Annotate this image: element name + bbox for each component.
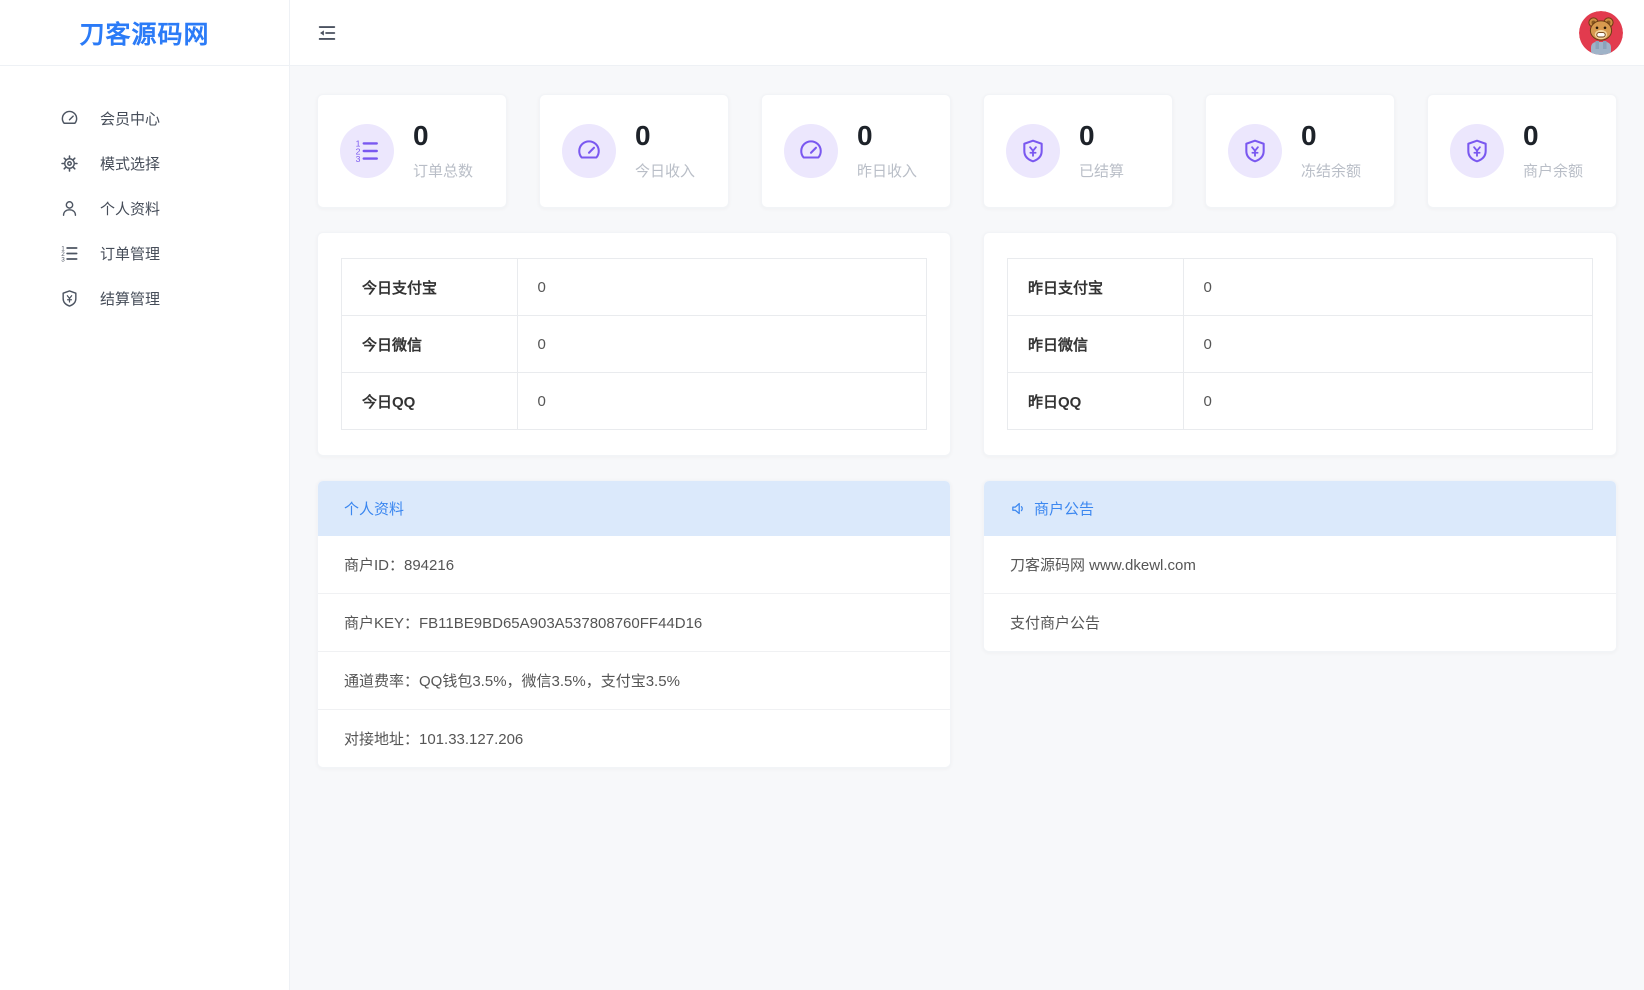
profile-panel: 个人资料 商户ID：894216 商户KEY：FB11BE9BD65A903A5…	[317, 480, 951, 768]
stat-value: 0	[413, 122, 473, 150]
svg-text:3: 3	[61, 256, 65, 263]
table-row: 今日微信 0	[342, 316, 927, 373]
app-logo: 刀客源码网	[0, 0, 289, 66]
stat-label: 订单总数	[413, 160, 473, 181]
row-label: 昨日支付宝	[1008, 259, 1184, 316]
stat-label: 冻结余额	[1301, 160, 1361, 181]
sidebar: 刀客源码网 会员中心	[0, 0, 290, 990]
stat-card-yesterday-income: 0 昨日收入	[761, 94, 951, 208]
row-label: 今日微信	[342, 316, 518, 373]
shield-yen-icon	[1450, 124, 1504, 178]
sidebar-item-label: 订单管理	[100, 243, 160, 264]
yesterday-stats-table: 昨日支付宝 0 昨日微信 0 昨日QQ 0	[1007, 258, 1593, 430]
table-row: 今日QQ 0	[342, 373, 927, 430]
dashboard-icon	[562, 124, 616, 178]
gear-icon	[60, 154, 79, 173]
stat-value: 0	[635, 122, 695, 150]
row-label: 今日QQ	[342, 373, 518, 430]
panel-title: 个人资料	[344, 498, 404, 519]
notice-row: 支付商户公告	[984, 593, 1616, 651]
sidebar-item-settlement[interactable]: 结算管理	[0, 276, 289, 321]
row-value: 0	[1183, 259, 1593, 316]
yesterday-stats-card: 昨日支付宝 0 昨日微信 0 昨日QQ 0	[983, 232, 1617, 456]
main-content: 1 2 3 0 订单总数 0 今日收入	[290, 66, 1644, 990]
svg-text:3: 3	[356, 154, 361, 164]
user-icon	[60, 199, 79, 218]
merchant-id-row: 商户ID：894216	[318, 536, 950, 593]
merchant-key-row: 商户KEY：FB11BE9BD65A903A537808760FF44D16	[318, 593, 950, 651]
stat-card-today-income: 0 今日收入	[539, 94, 729, 208]
sidebar-item-profile[interactable]: 个人资料	[0, 186, 289, 231]
stat-label: 昨日收入	[857, 160, 917, 181]
info-panels-row: 个人资料 商户ID：894216 商户KEY：FB11BE9BD65A903A5…	[317, 480, 1617, 768]
stat-cards-row: 1 2 3 0 订单总数 0 今日收入	[317, 94, 1617, 208]
notice-row: 刀客源码网 www.dkewl.com	[984, 536, 1616, 593]
speaker-icon	[1010, 500, 1027, 517]
sidebar-item-member-center[interactable]: 会员中心	[0, 96, 289, 141]
sidebar-collapse-button[interactable]	[316, 22, 338, 44]
row-value: 0	[1183, 373, 1593, 430]
topbar	[290, 0, 1644, 66]
sidebar-item-label: 个人资料	[100, 198, 160, 219]
sidebar-item-mode-select[interactable]: 模式选择	[0, 141, 289, 186]
row-value: 0	[517, 316, 927, 373]
sidebar-item-label: 结算管理	[100, 288, 160, 309]
ordered-list-icon: 1 2 3	[340, 124, 394, 178]
daily-tables-row: 今日支付宝 0 今日微信 0 今日QQ 0	[317, 232, 1617, 456]
content-column: 1 2 3 0 订单总数 0 今日收入	[290, 0, 1644, 990]
dashboard-icon	[784, 124, 838, 178]
stat-value: 0	[1523, 122, 1583, 150]
table-row: 昨日微信 0	[1008, 316, 1593, 373]
panel-title: 商户公告	[1034, 498, 1094, 519]
stat-value: 0	[1301, 122, 1361, 150]
table-row: 今日支付宝 0	[342, 259, 927, 316]
stat-value: 0	[857, 122, 917, 150]
stat-label: 商户余额	[1523, 160, 1583, 181]
row-value: 0	[517, 259, 927, 316]
notice-panel-header: 商户公告	[984, 481, 1616, 536]
stat-card-frozen-balance: 0 冻结余额	[1205, 94, 1395, 208]
notice-panel: 商户公告 刀客源码网 www.dkewl.com 支付商户公告	[983, 480, 1617, 652]
row-value: 0	[517, 373, 927, 430]
stat-label: 今日收入	[635, 160, 695, 181]
row-value: 0	[1183, 316, 1593, 373]
sidebar-item-label: 模式选择	[100, 153, 160, 174]
row-label: 昨日QQ	[1008, 373, 1184, 430]
channel-rate-row: 通道费率：QQ钱包3.5%，微信3.5%，支付宝3.5%	[318, 651, 950, 709]
today-stats-table: 今日支付宝 0 今日微信 0 今日QQ 0	[341, 258, 927, 430]
sidebar-item-label: 会员中心	[100, 108, 160, 129]
dashboard-icon	[60, 109, 79, 128]
row-label: 昨日微信	[1008, 316, 1184, 373]
shield-yen-icon	[1006, 124, 1060, 178]
row-label: 今日支付宝	[342, 259, 518, 316]
stat-card-total-orders: 1 2 3 0 订单总数	[317, 94, 507, 208]
shield-yen-icon	[60, 289, 79, 308]
table-row: 昨日支付宝 0	[1008, 259, 1593, 316]
user-avatar[interactable]	[1579, 11, 1623, 55]
today-stats-card: 今日支付宝 0 今日微信 0 今日QQ 0	[317, 232, 951, 456]
shield-yen-icon	[1228, 124, 1282, 178]
stat-card-settled: 0 已结算	[983, 94, 1173, 208]
sidebar-nav: 会员中心	[0, 66, 289, 321]
api-address-row: 对接地址：101.33.127.206	[318, 709, 950, 767]
ordered-list-icon: 1 2 3	[60, 244, 79, 263]
stat-value: 0	[1079, 122, 1124, 150]
table-row: 昨日QQ 0	[1008, 373, 1593, 430]
stat-card-merchant-balance: 0 商户余额	[1427, 94, 1617, 208]
stat-label: 已结算	[1079, 160, 1124, 181]
sidebar-item-orders[interactable]: 1 2 3 订单管理	[0, 231, 289, 276]
profile-panel-header: 个人资料	[318, 481, 950, 536]
